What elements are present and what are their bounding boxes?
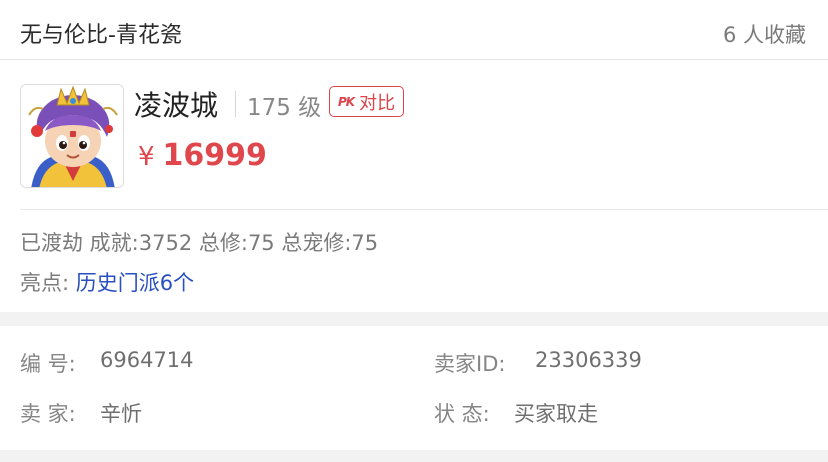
- server-name: 无与伦比-青花瓷: [20, 23, 182, 48]
- price-value: 16999: [162, 138, 267, 173]
- highlight-link[interactable]: 历史门派6个: [76, 271, 194, 295]
- pk-icon: PK: [338, 94, 355, 109]
- status-label: 状 态:: [434, 402, 490, 426]
- currency-symbol: ¥: [138, 142, 155, 172]
- bottom-separator: [0, 450, 828, 462]
- avatar-illustration: [21, 85, 123, 187]
- listing-id-label: 编 号:: [20, 352, 76, 376]
- highlight-row: 亮点: 历史门派6个: [20, 267, 194, 297]
- title-divider: [235, 91, 236, 117]
- favorite-count[interactable]: 6 人收藏: [723, 19, 806, 49]
- section-divider: [20, 209, 828, 210]
- compare-button[interactable]: PK 对比: [329, 86, 405, 117]
- character-avatar[interactable]: [20, 84, 124, 188]
- compare-label: 对比: [359, 92, 396, 114]
- price: ¥16999: [138, 138, 267, 173]
- section-separator: [0, 312, 828, 326]
- server-header: 无与伦比-青花瓷 6 人收藏: [0, 0, 828, 60]
- character-level: 175 级: [247, 95, 322, 121]
- character-stats: 已渡劫 成就:3752 总修:75 总宠修:75: [20, 231, 379, 255]
- character-name: 凌波城: [134, 89, 219, 122]
- seller-id-value: 23306339: [535, 348, 642, 372]
- status-value: 买家取走: [514, 402, 598, 426]
- seller-label: 卖 家:: [20, 402, 76, 426]
- highlight-label: 亮点:: [20, 271, 70, 295]
- seller-id-label: 卖家ID:: [434, 352, 506, 376]
- seller-value: 辛忻: [100, 402, 142, 426]
- listing-id-value: 6964714: [100, 348, 194, 372]
